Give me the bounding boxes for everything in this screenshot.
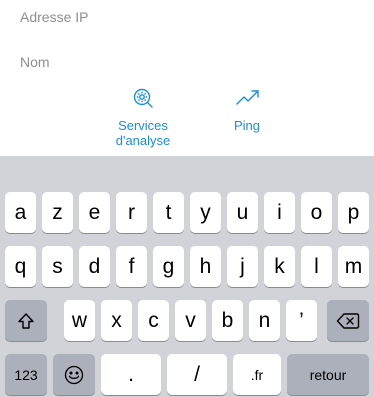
keyboard-row-4: 123 . / .fr retour: [0, 354, 374, 395]
keyboard-row-1: a z e r t y u i o p: [0, 192, 374, 233]
ping-label: Ping: [233, 118, 261, 133]
ip-address-field[interactable]: Adresse IP: [20, 9, 88, 25]
key-w[interactable]: w: [64, 300, 95, 341]
tld-key[interactable]: .fr: [233, 354, 281, 395]
keyboard-suggestion-bar: [0, 156, 374, 186]
key-e[interactable]: e: [79, 192, 110, 233]
shift-icon: [16, 311, 36, 331]
return-key[interactable]: retour: [287, 354, 369, 395]
analysis-services-button[interactable]: Services d'analyse: [98, 86, 188, 148]
key-o[interactable]: o: [301, 192, 332, 233]
numbers-key[interactable]: 123: [5, 354, 47, 395]
key-apostrophe[interactable]: ’: [286, 300, 317, 341]
key-b[interactable]: b: [212, 300, 243, 341]
key-l[interactable]: l: [301, 246, 332, 287]
backspace-key[interactable]: [327, 300, 369, 341]
analysis-services-label-line2: d'analyse: [115, 133, 171, 148]
key-h[interactable]: h: [190, 246, 221, 287]
key-j[interactable]: j: [227, 246, 258, 287]
shift-key[interactable]: [5, 300, 47, 341]
key-k[interactable]: k: [264, 246, 295, 287]
key-y[interactable]: y: [190, 192, 221, 233]
emoji-key[interactable]: [53, 354, 95, 395]
key-r[interactable]: r: [116, 192, 147, 233]
key-d[interactable]: d: [79, 246, 110, 287]
key-s[interactable]: s: [42, 246, 73, 287]
slash-key[interactable]: /: [167, 354, 227, 395]
key-z[interactable]: z: [42, 192, 73, 233]
key-t[interactable]: t: [153, 192, 184, 233]
keyboard-row-3: w x c v b n ’: [0, 300, 374, 341]
keyboard-row-2: q s d f g h j k l m: [0, 246, 374, 287]
key-c[interactable]: c: [138, 300, 169, 341]
keyboard: a z e r t y u i o p q s d f g h j k l m …: [0, 156, 374, 397]
key-p[interactable]: p: [338, 192, 369, 233]
dot-key[interactable]: .: [101, 354, 161, 395]
key-g[interactable]: g: [153, 246, 184, 287]
key-n[interactable]: n: [249, 300, 280, 341]
key-u[interactable]: u: [227, 192, 258, 233]
key-f[interactable]: f: [116, 246, 147, 287]
trend-chart-icon: [235, 86, 259, 110]
key-m[interactable]: m: [338, 246, 369, 287]
ping-button[interactable]: Ping: [202, 86, 292, 133]
analysis-services-label-line1: Services: [118, 118, 168, 133]
key-v[interactable]: v: [175, 300, 206, 341]
key-i[interactable]: i: [264, 192, 295, 233]
backspace-icon: [336, 312, 360, 330]
name-field[interactable]: Nom: [20, 54, 50, 70]
key-a[interactable]: a: [5, 192, 36, 233]
key-x[interactable]: x: [101, 300, 132, 341]
key-q[interactable]: q: [5, 246, 36, 287]
emoji-icon: [64, 365, 84, 385]
scan-services-icon: [131, 86, 155, 110]
action-bar: Services d'analyse Ping: [0, 86, 374, 156]
